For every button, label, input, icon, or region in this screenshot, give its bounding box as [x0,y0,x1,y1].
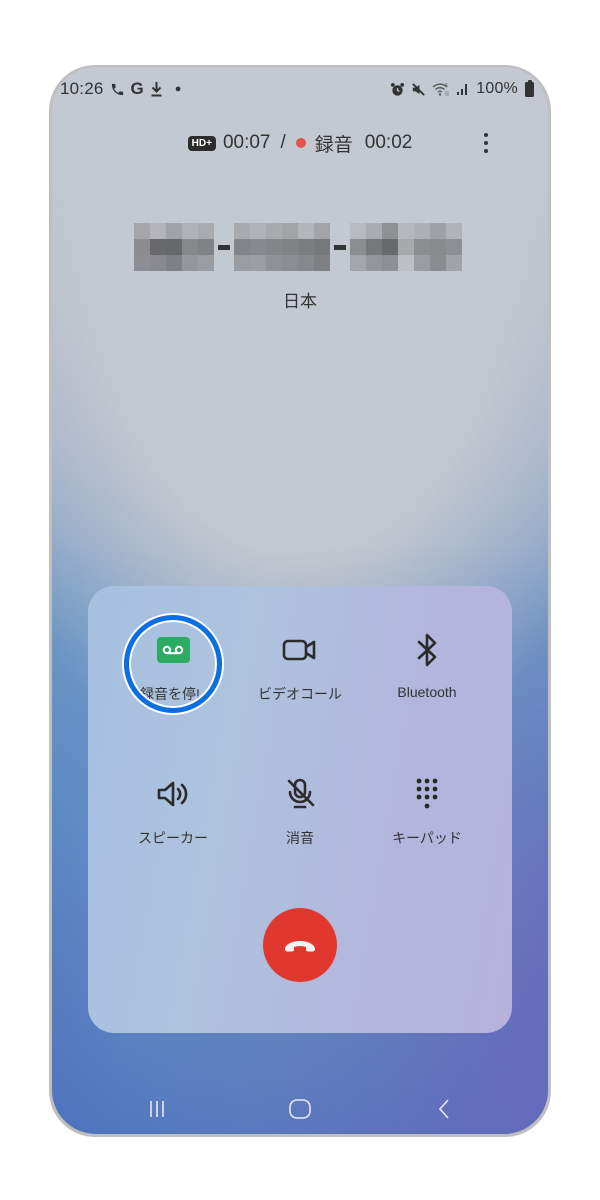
google-g-icon: G [130,79,144,98]
call-screen: 10:26 G ● 6 100% HD+ 00:07 / 録音 00:02 日本… [52,67,548,1134]
pixelated-segment [234,223,330,271]
bluetooth-icon [409,632,445,668]
call-controls-panel: 録音を停! ビデオコール Bluetooth スピーカー 消音 キーパッド [88,586,512,1033]
more-options-icon [484,133,488,137]
mute-button[interactable]: 消音 [240,776,360,856]
pixelated-segment [350,223,462,271]
recording-indicator-icon [295,138,306,148]
mic-off-icon [282,776,318,812]
voicemail-record-icon [156,637,190,663]
caller-location: 日本 [283,292,317,311]
record-button[interactable]: 録音を停! [113,632,233,712]
recent-apps-button[interactable] [137,1094,177,1124]
status-time: 10:26 [60,79,104,98]
number-dash [218,244,230,250]
video-call-label: ビデオコール [258,686,342,702]
speaker-button[interactable]: スピーカー [113,776,233,856]
speaker-icon [155,776,191,812]
speaker-label: スピーカー [138,830,208,846]
recording-duration: 00:02 [364,132,413,153]
recording-label: 録音 [314,134,353,156]
status-bar: 10:26 G ● 6 100% [52,75,548,103]
end-call-button[interactable] [263,908,337,982]
dialpad-icon [409,776,445,812]
alarm-icon [390,82,405,97]
video-camera-icon [282,632,318,668]
download-icon [150,81,163,97]
battery-icon [525,79,534,97]
bluetooth-label: Bluetooth [397,684,457,700]
number-dash [334,244,346,250]
back-icon [438,1099,449,1119]
call-header: HD+ 00:07 / 録音 00:02 [52,128,548,158]
recent-apps-icon [150,1101,164,1117]
navigation-bar [52,1074,548,1134]
signal-icon [456,82,470,96]
caller-number-pixelated [134,222,466,272]
mute-icon [411,82,426,97]
home-icon [289,1099,311,1119]
end-call-icon [285,941,315,952]
notification-dot-icon: ● [174,83,182,95]
pixelated-segment [134,223,214,271]
battery-percent: 100% [476,80,518,97]
phone-call-icon [110,82,125,97]
bluetooth-button[interactable]: Bluetooth [367,632,487,712]
home-button[interactable] [280,1094,320,1124]
header-separator: / [280,132,286,153]
video-call-button[interactable]: ビデオコール [240,632,360,712]
svg-text:6: 6 [445,83,448,89]
call-duration: 00:07 [222,132,271,153]
record-button-label: 録音を停! [140,686,200,702]
mute-label: 消音 [286,830,314,846]
keypad-label: キーパッド [392,830,462,846]
wifi-6-icon: 6 [432,82,450,97]
hd-voice-badge: HD+ [187,135,216,151]
more-options-button[interactable] [476,128,496,158]
back-button[interactable] [424,1094,464,1124]
keypad-button[interactable]: キーパッド [367,776,487,856]
